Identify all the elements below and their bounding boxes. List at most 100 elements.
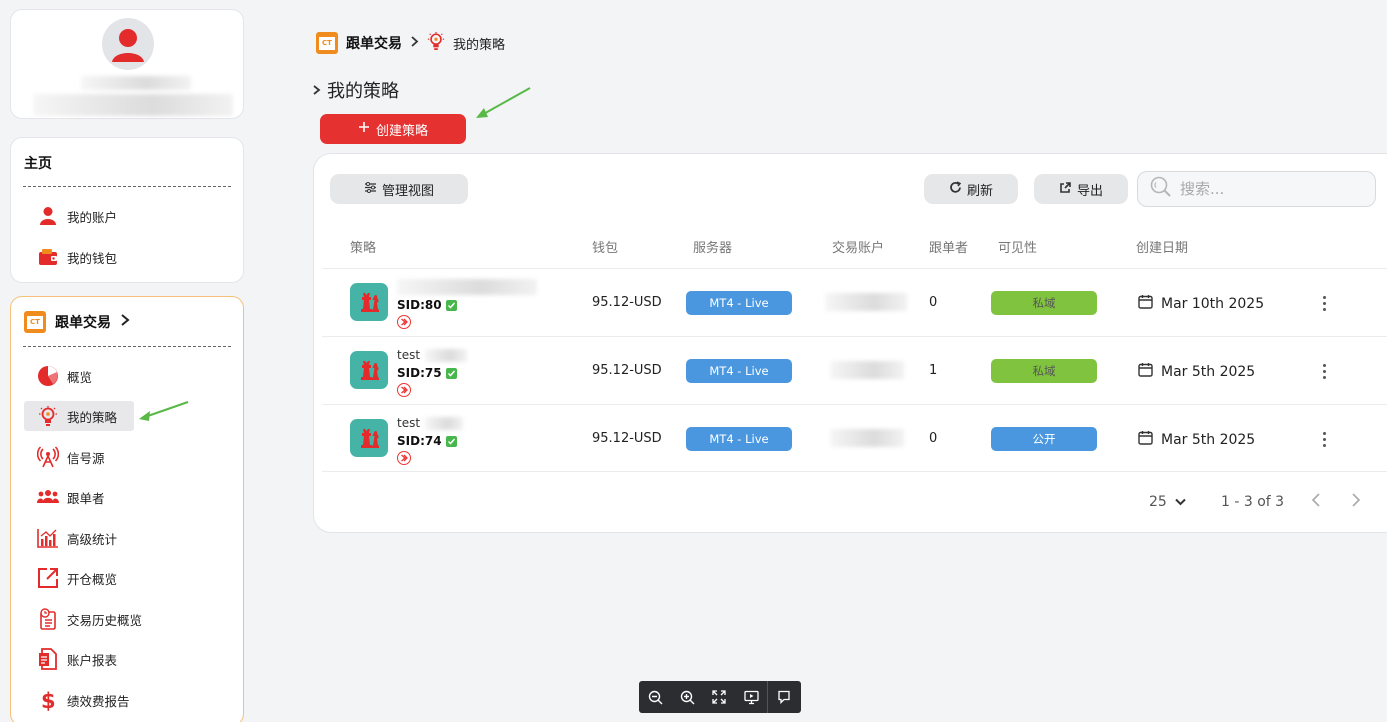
avatar[interactable] xyxy=(102,18,154,70)
blurred-trading-account xyxy=(830,429,904,447)
row-menu-icon[interactable] xyxy=(1317,359,1331,383)
create-strategy-button[interactable]: 创建策略 xyxy=(320,114,466,144)
calendar-icon xyxy=(1138,294,1153,313)
breadcrumb: 跟单交易 我的策略 xyxy=(316,31,505,55)
sidebar-item-trade-history[interactable]: 交易历史概览 xyxy=(24,604,164,634)
table-row[interactable]: test SID:75 95.12-USD MT4 - Live 1 私域 Ma… xyxy=(322,336,1387,404)
calendar-icon xyxy=(1138,430,1153,449)
created-date-text: Mar 5th 2025 xyxy=(1161,363,1256,380)
strategy-sid: SID:74 xyxy=(397,434,457,448)
blurred-strategy-name xyxy=(397,279,537,295)
followers-count: 1 xyxy=(929,363,938,378)
home-section: 主页 我的账户 我的钱包 xyxy=(10,137,244,283)
row-menu-icon[interactable] xyxy=(1317,291,1331,315)
chevron-right-icon xyxy=(120,314,130,330)
table-row[interactable]: SID:80 95.12-USD MT4 - Live 0 私域 Mar 10t… xyxy=(322,268,1387,336)
breadcrumb-current: 我的策略 xyxy=(453,37,506,53)
ct-logo-icon xyxy=(316,32,338,54)
sidebar-item-open-positions[interactable]: 开仓概览 xyxy=(24,563,134,593)
play-circle-icon[interactable] xyxy=(397,383,411,397)
sidebar-item-advanced-stats[interactable]: 高级统计 xyxy=(24,523,134,553)
sidebar-item-label: 开仓概览 xyxy=(67,571,118,587)
calendar-icon xyxy=(1138,362,1153,381)
refresh-label: 刷新 xyxy=(966,183,993,199)
pagination-range: 1 - 3 of 3 xyxy=(1221,494,1285,510)
zoom-in-icon[interactable] xyxy=(671,681,703,713)
followers-count: 0 xyxy=(929,431,938,446)
sidebar-item-label: 我的账户 xyxy=(67,209,118,225)
sidebar-item-signal-source[interactable]: 信号源 xyxy=(24,442,134,472)
search-icon xyxy=(1150,176,1172,202)
lightbulb-icon xyxy=(37,405,59,427)
sidebar-item-my-wallet[interactable]: 我的钱包 xyxy=(24,242,134,272)
verified-check-icon xyxy=(445,367,457,379)
chess-strategy-icon xyxy=(350,351,388,389)
refresh-button[interactable]: 刷新 xyxy=(924,174,1018,204)
prev-page-icon[interactable] xyxy=(1311,492,1321,512)
row-menu-icon[interactable] xyxy=(1317,427,1331,451)
sidebar-item-label: 账户报表 xyxy=(67,652,118,668)
fullscreen-icon[interactable] xyxy=(703,681,735,713)
user-icon xyxy=(37,205,59,227)
copy-trading-title[interactable]: 跟单交易 xyxy=(24,311,130,333)
sidebar-item-my-strategies[interactable]: 我的策略 xyxy=(24,401,134,431)
sidebar-item-performance-fee[interactable]: $ 绩效费报告 xyxy=(24,685,134,715)
signal-tower-icon xyxy=(37,446,59,468)
strategy-name[interactable]: test xyxy=(397,348,420,362)
viewer-toolbar xyxy=(639,681,801,713)
sidebar-item-label: 跟单者 xyxy=(67,490,105,506)
divider xyxy=(23,346,231,347)
search-box[interactable] xyxy=(1137,171,1376,207)
refresh-icon xyxy=(949,180,962,198)
strategy-sid: SID:75 xyxy=(397,366,457,380)
present-icon[interactable] xyxy=(735,681,767,713)
manage-view-button[interactable]: 管理视图 xyxy=(330,174,468,204)
sidebar-item-account-report[interactable]: 账户报表 xyxy=(24,644,134,674)
export-button[interactable]: 导出 xyxy=(1034,174,1128,204)
divider xyxy=(23,186,231,187)
rows-per-page-select[interactable]: 25 xyxy=(1149,494,1186,510)
created-date-text: Mar 10th 2025 xyxy=(1161,295,1265,312)
chevron-down-icon xyxy=(1175,494,1186,510)
manage-view-label: 管理视图 xyxy=(381,183,434,199)
col-header-created-date: 创建日期 xyxy=(1136,241,1189,256)
followers-count: 0 xyxy=(929,295,938,310)
pie-chart-icon xyxy=(37,365,59,387)
sid-text: SID:80 xyxy=(397,298,442,312)
zoom-out-icon[interactable] xyxy=(639,681,671,713)
sidebar-item-overview[interactable]: 概览 xyxy=(24,361,134,391)
table-row[interactable]: test SID:74 95.12-USD MT4 - Live 0 公开 Ma… xyxy=(322,404,1387,472)
blurred-strategy-name xyxy=(425,349,467,362)
annotation-arrow-icon xyxy=(139,401,189,421)
play-circle-icon[interactable] xyxy=(397,451,411,465)
play-circle-icon[interactable] xyxy=(397,315,411,329)
report-document-icon xyxy=(37,648,59,670)
server-badge: MT4 - Live xyxy=(686,291,792,315)
col-header-visibility: 可见性 xyxy=(998,241,1038,256)
breadcrumb-root[interactable]: 跟单交易 xyxy=(346,33,402,53)
page-title: 我的策略 xyxy=(312,77,399,103)
verified-check-icon xyxy=(445,435,457,447)
lightbulb-icon xyxy=(427,31,445,55)
sidebar-item-my-account[interactable]: 我的账户 xyxy=(24,201,134,231)
created-date: Mar 5th 2025 xyxy=(1138,430,1255,449)
search-input[interactable] xyxy=(1180,180,1350,198)
user-avatar-icon xyxy=(112,29,144,62)
sidebar-item-followers[interactable]: 跟单者 xyxy=(24,482,134,512)
next-page-icon[interactable] xyxy=(1351,492,1361,512)
chevron-right-icon xyxy=(410,35,419,51)
col-header-wallet: 钱包 xyxy=(592,241,619,256)
sidebar-item-label: 高级统计 xyxy=(67,531,118,547)
strategy-name[interactable]: test xyxy=(397,416,420,430)
verified-check-icon xyxy=(445,299,457,311)
annotation-arrow-icon xyxy=(476,87,531,118)
ct-logo-icon xyxy=(24,311,46,333)
strategy-sid: SID:80 xyxy=(397,298,457,312)
server-badge: MT4 - Live xyxy=(686,427,792,451)
visibility-badge: 私域 xyxy=(991,291,1097,315)
wallet-icon xyxy=(37,246,59,268)
create-strategy-label: 创建策略 xyxy=(375,123,428,139)
created-date: Mar 10th 2025 xyxy=(1138,294,1264,313)
copy-trading-title-text: 跟单交易 xyxy=(55,315,111,331)
comment-icon[interactable] xyxy=(768,681,800,713)
